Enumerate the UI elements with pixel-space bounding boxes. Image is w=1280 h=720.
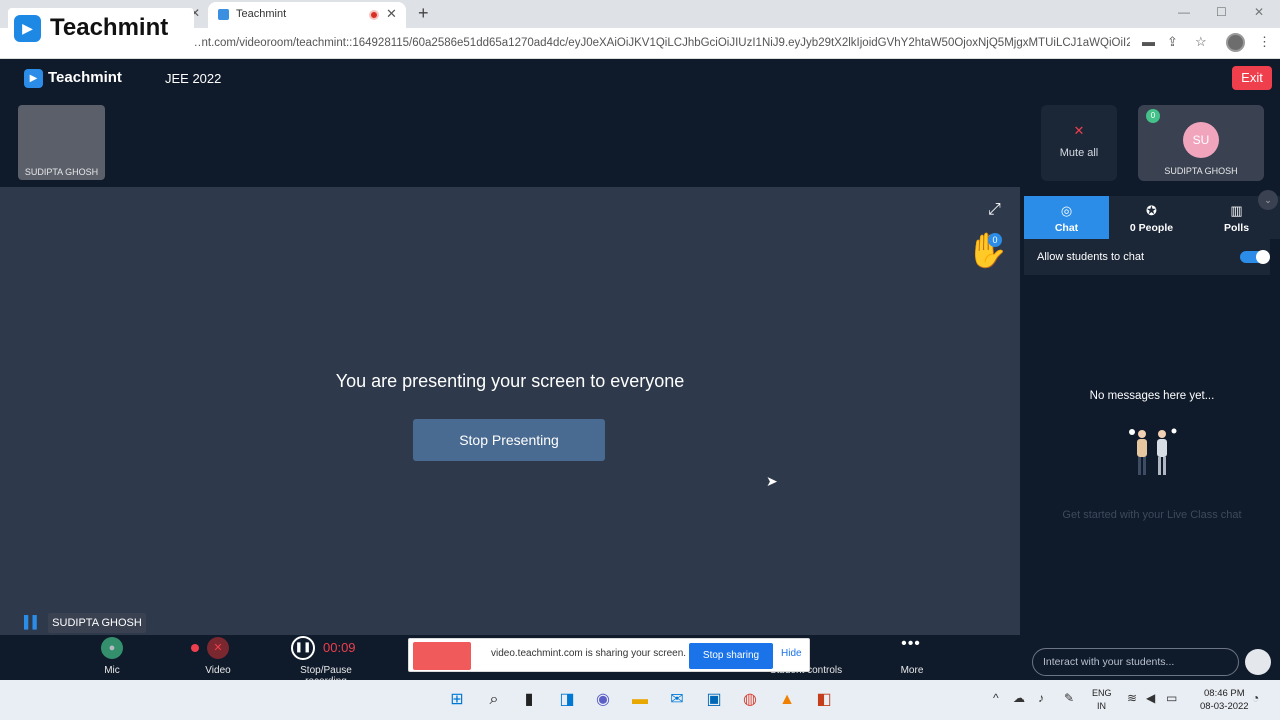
store-icon[interactable]: ▣ — [704, 690, 724, 710]
widgets-icon[interactable]: ◨ — [557, 690, 577, 710]
chat-input[interactable]: Interact with your students... — [1032, 648, 1239, 676]
bookmark-star-icon[interactable]: ☆ — [1195, 34, 1207, 50]
stop-presenting-button[interactable]: Stop Presenting — [413, 419, 605, 461]
url-field[interactable]: …nt.com/videoroom/teachmint::164928115/6… — [190, 37, 1130, 49]
people-icon: ✪ — [1146, 203, 1157, 218]
wifi-icon[interactable]: ≋ — [1127, 691, 1137, 705]
avatar: SU — [1183, 122, 1219, 158]
clock-time[interactable]: 08:46 PM — [1204, 688, 1245, 699]
classroom-app: ▶ Teachmint JEE 2022 Exit SUDIPTA GHOSH … — [0, 59, 1280, 687]
windows-start-icon[interactable]: ⊞ — [447, 690, 467, 710]
recording-timer: 00:09 — [323, 640, 356, 655]
vlc-icon[interactable]: ▲ — [777, 690, 797, 710]
tab-close-icon[interactable]: ✕ — [386, 6, 397, 22]
tab-label: 0 People — [1129, 222, 1174, 234]
teachmint-logo-icon: ▶ — [14, 15, 41, 42]
mail-icon[interactable]: ✉ — [667, 690, 687, 710]
window-close-icon[interactable]: ✕ — [1254, 5, 1264, 19]
mute-all-label: Mute all — [1059, 147, 1099, 159]
raised-hand-icon[interactable]: ✋ — [966, 231, 1008, 271]
share-icon[interactable]: ⇪ — [1167, 34, 1178, 50]
empty-chat-message: No messages here yet... — [1089, 390, 1215, 402]
tab-people[interactable]: ✪ 0 People — [1109, 196, 1194, 239]
mouse-cursor-icon: ➤ — [766, 473, 778, 489]
hand-raise-count-badge: 0 — [988, 233, 1002, 247]
participant-tile[interactable]: 0 SU SUDIPTA GHOSH — [1138, 105, 1264, 181]
task-view-icon[interactable]: ▮ — [519, 690, 539, 710]
new-tab-icon[interactable]: + — [418, 3, 429, 24]
teachmint-watermark: ▶ Teachmint — [8, 8, 194, 50]
microphone-icon[interactable]: ♪ — [1038, 691, 1044, 705]
app-name: Teachmint — [48, 69, 122, 86]
language-indicator[interactable]: ENG — [1092, 688, 1112, 698]
profile-avatar[interactable] — [1226, 33, 1245, 52]
toggle-knob — [1256, 250, 1270, 264]
class-name: JEE 2022 — [165, 71, 222, 86]
presentation-stage: ⤢ ✋ 0 You are presenting your screen to … — [0, 187, 1020, 635]
minimize-icon[interactable]: — — [1178, 5, 1190, 19]
screen-share-notification: video.teachmint.com is sharing your scre… — [408, 638, 810, 672]
battery-icon[interactable]: ▭ — [1166, 691, 1177, 705]
taskbar: ⊞ ⌕ ▮ ◨ ◉ ▬ ✉ ▣ ◍ ▲ ◧ ^ ☁ ♪ ✎ ENG IN ≋ ◀… — [0, 680, 1280, 720]
pen-icon[interactable]: ✎ — [1064, 691, 1074, 705]
presenting-message: You are presenting your screen to everyo… — [335, 371, 685, 391]
recording-indicator-icon — [369, 10, 379, 20]
mute-all-button[interactable]: ✕ Mute all — [1041, 105, 1117, 181]
video-label: Video — [205, 665, 231, 676]
participant-name: SUDIPTA GHOSH — [24, 167, 99, 177]
allow-chat-row: Allow students to chat — [1024, 239, 1270, 275]
powerpoint-icon[interactable]: ◧ — [814, 690, 834, 710]
cast-icon[interactable]: ▬ — [1142, 34, 1155, 49]
region-indicator: IN — [1097, 701, 1106, 711]
share-grip-handle[interactable] — [413, 642, 471, 670]
send-button[interactable] — [1245, 649, 1271, 675]
panel-tabs: ◎ Chat ✪ 0 People ▥ Polls ⌄ — [1024, 190, 1280, 239]
recording-dot-icon — [191, 644, 199, 652]
tab-title: Teachmint — [236, 8, 287, 20]
speaker-name: SUDIPTA GHOSH — [48, 613, 146, 633]
maximize-icon[interactable]: ☐ — [1216, 5, 1227, 19]
file-explorer-icon[interactable]: ▬ — [630, 690, 650, 710]
teachmint-logo-icon: ▶ — [24, 69, 43, 88]
more-label: More — [900, 665, 924, 676]
chat-icon: ◎ — [1060, 203, 1073, 218]
stop-sharing-button[interactable]: Stop sharing — [689, 643, 773, 669]
tab-chat[interactable]: ◎ Chat — [1024, 196, 1109, 239]
notification-icon[interactable]: ◔ — [1252, 691, 1259, 705]
chevron-up-icon[interactable]: ^ — [993, 691, 999, 705]
browser-tab[interactable]: Teachmint ✕ — [208, 2, 406, 28]
mic-badge: 0 — [1146, 109, 1160, 123]
video-button[interactable]: ✕ — [207, 637, 229, 659]
volume-icon[interactable]: ◀ — [1146, 691, 1155, 705]
teams-chat-icon[interactable]: ◉ — [593, 690, 613, 710]
audio-level-icon: ▌▌ — [24, 615, 42, 629]
tab-label: Polls — [1223, 222, 1250, 234]
more-icon[interactable]: ••• — [895, 635, 927, 653]
chat-illustration-icon — [1129, 428, 1177, 475]
side-panel: ◎ Chat ✪ 0 People ▥ Polls ⌄ Allow studen… — [1024, 190, 1280, 680]
get-started-text: Get started with your Live Class chat — [1062, 509, 1242, 521]
hide-link[interactable]: Hide — [781, 648, 802, 659]
participant-tile[interactable]: SUDIPTA GHOSH — [18, 105, 105, 180]
mic-label: Mic — [104, 665, 120, 676]
tab-label: Chat — [1054, 222, 1079, 234]
menu-dots-icon[interactable]: ⋮ — [1258, 34, 1271, 50]
mic-button[interactable]: ● — [101, 637, 123, 659]
search-icon[interactable]: ⌕ — [484, 690, 504, 710]
exit-button[interactable]: Exit — [1232, 66, 1272, 90]
onedrive-icon[interactable]: ☁ — [1013, 691, 1025, 705]
participant-name: SUDIPTA GHOSH — [1164, 166, 1238, 176]
expand-icon[interactable]: ⤢ — [988, 201, 1001, 219]
mic-off-icon: ✕ — [1073, 123, 1085, 138]
clock-date: 08-03-2022 — [1200, 701, 1249, 712]
pause-recording-button[interactable]: ❚❚ — [291, 636, 315, 660]
chrome-icon[interactable]: ◍ — [740, 690, 760, 710]
teachmint-favicon-icon — [218, 9, 229, 20]
collapse-panel-icon[interactable]: ⌄ — [1258, 190, 1278, 210]
active-speaker-tag: ▌▌ SUDIPTA GHOSH — [24, 613, 146, 633]
allow-chat-toggle[interactable] — [1240, 250, 1270, 264]
watermark-text: Teachmint — [50, 14, 169, 41]
share-notice-text: video.teachmint.com is sharing your scre… — [491, 648, 687, 659]
allow-chat-label: Allow students to chat — [1037, 251, 1145, 263]
